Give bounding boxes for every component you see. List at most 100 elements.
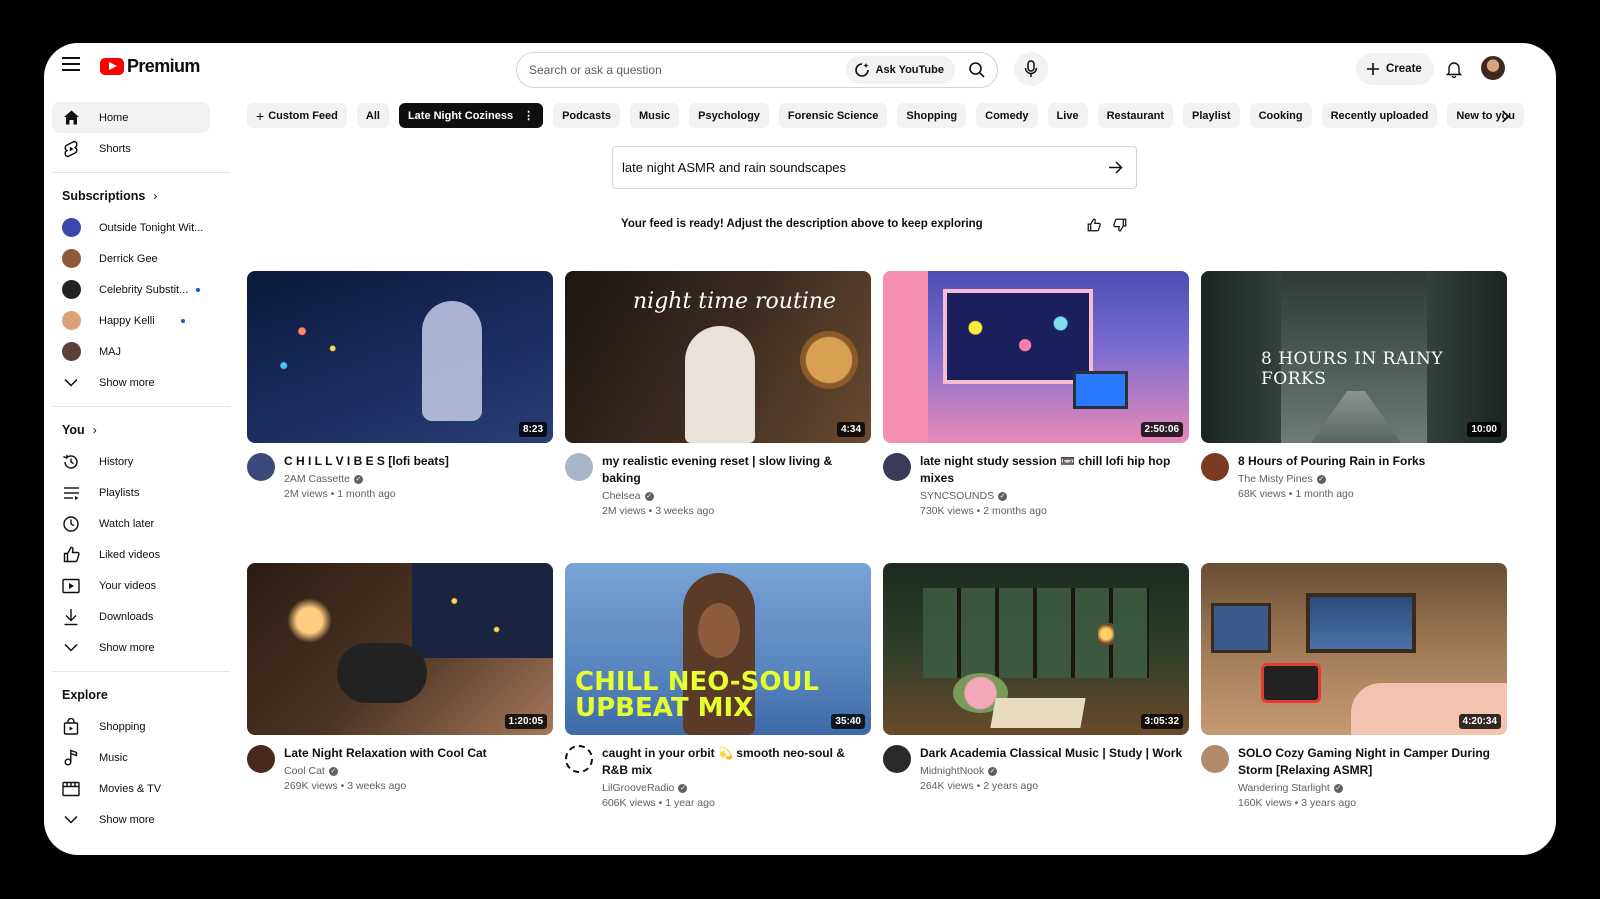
sidebar-item-subscription[interactable]: Celebrity Substit... [52,274,230,305]
channel-avatar [62,218,81,237]
chips-next-button[interactable] [1494,106,1516,126]
sidebar-item-subscription[interactable]: MAJ [52,336,230,367]
video-title[interactable]: my realistic evening reset | slow living… [602,453,871,487]
sidebar-item-home[interactable]: Home [52,102,210,133]
chip-podcasts[interactable]: Podcasts [553,103,620,128]
subscriptions-header[interactable]: Subscriptions › [52,180,230,212]
chip-all[interactable]: All [356,103,389,128]
more-vert-icon[interactable]: ⋮ [523,109,534,122]
chip-label: Music [638,109,671,122]
explore-show-more[interactable]: Show more [52,804,230,835]
sidebar-item-movies-tv[interactable]: Movies & TV [52,773,230,804]
channel-name[interactable]: Wandering Starlight [1238,782,1330,794]
notifications-button[interactable] [1440,55,1468,83]
verified-icon: ✓ [353,474,363,484]
chip-psychology[interactable]: Psychology [689,103,769,128]
channel-avatar[interactable] [247,453,275,481]
channel-avatar[interactable] [883,453,911,481]
video-title[interactable]: Late Night Relaxation with Cool Cat [284,745,553,762]
video-thumbnail[interactable]: CHILL NEO-SOUL UPBEAT MIX 35:40 [565,563,871,735]
chip-late-night-coziness[interactable]: Late Night Coziness ⋮ [398,103,544,128]
video-card[interactable]: 8:23 C H I L L V I B E S [lofi beats] 2A… [247,271,553,563]
search-input[interactable] [517,63,846,77]
ask-youtube-button[interactable]: Ask YouTube [845,56,955,84]
chevron-right-icon: › [153,189,158,203]
video-thumbnail[interactable]: 4:20:34 [1201,563,1507,735]
video-card[interactable]: 4:20:34 SOLO Cozy Gaming Night in Camper… [1201,563,1507,855]
video-card[interactable]: 8 HOURS IN RAINY FORKS 10:00 8 Hours of … [1201,271,1507,563]
search-box: Ask YouTube [516,52,998,88]
video-thumbnail[interactable]: 3:05:32 [883,563,1189,735]
sidebar-item-watch-later[interactable]: Watch later [52,508,230,539]
sidebar-item-subscription[interactable]: Derrick Gee [52,243,230,274]
chip-restaurant[interactable]: Restaurant [1097,103,1174,128]
channel-avatar[interactable] [565,453,593,481]
dislike-feed-button[interactable] [1111,216,1129,234]
chip-playlist[interactable]: Playlist [1183,103,1240,128]
account-avatar[interactable] [1481,56,1505,80]
feed-feedback [1085,216,1129,234]
sidebar-item-subscription[interactable]: Happy Kelli [52,305,230,336]
video-card[interactable]: CHILL NEO-SOUL UPBEAT MIX 35:40 caught i… [565,563,871,855]
video-title[interactable]: SOLO Cozy Gaming Night in Camper During … [1238,745,1507,779]
channel-avatar[interactable] [565,745,593,773]
video-card[interactable]: 2:50:06 late night study session 📼 chill… [883,271,1189,563]
chip-custom-feed[interactable]: + Custom Feed [247,103,347,128]
channel-name[interactable]: MidnightNook [920,765,984,777]
channel-avatar[interactable] [1201,453,1229,481]
video-title[interactable]: C H I L L V I B E S [lofi beats] [284,453,553,470]
chip-recently-uploaded[interactable]: Recently uploaded [1321,103,1438,128]
channel-avatar[interactable] [883,745,911,773]
sidebar-item-subscription[interactable]: Outside Tonight Wit... [52,212,230,243]
video-card[interactable]: 3:05:32 Dark Academia Classical Music | … [883,563,1189,855]
channel-name[interactable]: Chelsea [602,490,641,502]
video-card[interactable]: night time routine 4:34 my realistic eve… [565,271,871,563]
channel-avatar[interactable] [247,745,275,773]
menu-icon[interactable] [62,57,80,73]
sidebar-item-your-videos[interactable]: Your videos [52,570,230,601]
sidebar-item-shorts[interactable]: Shorts [52,133,230,164]
channel-name[interactable]: 2AM Cassette [284,473,350,485]
channel-name[interactable]: LilGrooveRadio [602,782,674,794]
subscriptions-show-more[interactable]: Show more [52,367,230,398]
thumbnail-overlay-text: night time routine [633,289,837,314]
feed-description-input[interactable] [622,160,1104,175]
chip-comedy[interactable]: Comedy [976,103,1038,128]
video-title[interactable]: Dark Academia Classical Music | Study | … [920,745,1189,762]
sidebar-item-history[interactable]: History [52,446,230,477]
video-thumbnail[interactable]: 2:50:06 [883,271,1189,443]
show-more-label: Show more [99,813,155,826]
channel-name[interactable]: SYNCSOUNDS [920,490,994,502]
like-feed-button[interactable] [1085,216,1103,234]
youtube-premium-logo[interactable]: Premium [100,56,200,77]
sidebar-item-label: Watch later [99,517,155,530]
channel-name[interactable]: Cool Cat [284,765,325,777]
channel-name[interactable]: The Misty Pines [1238,473,1313,485]
submit-prompt-button[interactable] [1104,157,1126,179]
you-show-more[interactable]: Show more [52,632,230,663]
video-title[interactable]: late night study session 📼 chill lofi hi… [920,453,1189,487]
channel-avatar[interactable] [1201,745,1229,773]
video-title[interactable]: caught in your orbit 💫 smooth neo-soul &… [602,745,871,779]
video-thumbnail[interactable]: 8 HOURS IN RAINY FORKS 10:00 [1201,271,1507,443]
you-header[interactable]: You › [52,414,230,446]
chip-forensic-science[interactable]: Forensic Science [778,103,888,128]
video-thumbnail[interactable]: 1:20:05 [247,563,553,735]
sidebar-item-downloads[interactable]: Downloads [52,601,230,632]
chip-music[interactable]: Music [629,103,680,128]
voice-search-button[interactable] [1014,52,1048,86]
video-title[interactable]: 8 Hours of Pouring Rain in Forks [1238,453,1507,470]
chip-cooking[interactable]: Cooking [1249,103,1312,128]
sidebar-item-shopping[interactable]: Shopping [52,711,230,742]
search-button[interactable] [961,54,993,86]
sidebar-item-liked-videos[interactable]: Liked videos [52,539,230,570]
chip-shopping[interactable]: Shopping [897,103,967,128]
sidebar-item-label: History [99,455,134,468]
sidebar-item-playlists[interactable]: Playlists [52,477,230,508]
video-thumbnail[interactable]: night time routine 4:34 [565,271,871,443]
create-button[interactable]: Create [1356,53,1434,85]
chip-live[interactable]: Live [1047,103,1088,128]
video-thumbnail[interactable]: 8:23 [247,271,553,443]
video-card[interactable]: 1:20:05 Late Night Relaxation with Cool … [247,563,553,855]
sidebar-item-music[interactable]: Music [52,742,230,773]
